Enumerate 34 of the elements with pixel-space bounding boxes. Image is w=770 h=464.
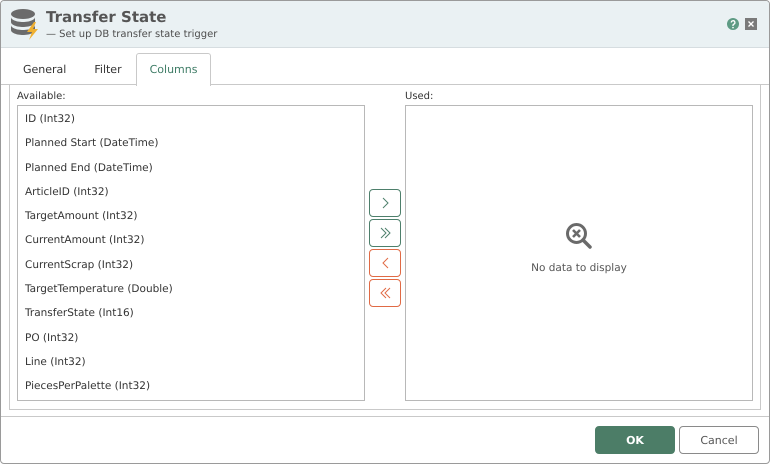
list-item[interactable]: ID (Int32)	[18, 107, 364, 132]
list-item[interactable]: TargetTemperature (Double)	[18, 277, 364, 302]
list-item[interactable]: CurrentScrap (Int32)	[18, 252, 364, 278]
empty-message: No data to display	[531, 262, 627, 274]
move-button[interactable]	[369, 279, 401, 307]
cancel-button[interactable]: Cancel	[679, 426, 759, 454]
tab[interactable]: Columns	[136, 53, 212, 86]
list-item[interactable]: Line (Int32)	[18, 350, 364, 374]
list-item[interactable]: TargetAmount (Int32)	[18, 204, 364, 228]
list-item[interactable]: Planned Start (DateTime)	[18, 131, 364, 156]
double-chevron-left-icon	[380, 287, 390, 299]
tab[interactable]: General	[9, 53, 80, 84]
window-title: Transfer State	[46, 8, 168, 26]
chevron-right-icon	[382, 197, 388, 209]
list-item[interactable]: Planned End (DateTime)	[18, 156, 364, 180]
list-item[interactable]: TransferState (Int16)	[18, 301, 364, 326]
list-item[interactable]: PO (Int32)	[18, 326, 364, 350]
double-chevron-right-icon	[380, 227, 390, 239]
window-subtitle: — Set up DB transfer state trigger	[46, 29, 218, 40]
database-icon	[10, 8, 40, 40]
list-item[interactable]: PiecesPerPalette (Int32)	[18, 374, 364, 399]
chevron-left-icon	[382, 257, 388, 269]
list-item[interactable]: CurrentAmount (Int32)	[18, 228, 364, 253]
no-results-icon	[565, 222, 593, 250]
move-button[interactable]	[369, 189, 401, 217]
ok-button[interactable]: OK	[595, 426, 675, 454]
help-icon[interactable]	[727, 18, 739, 30]
move-button[interactable]	[369, 249, 401, 277]
list-label: Used:	[405, 91, 434, 102]
move-button[interactable]	[369, 219, 401, 247]
list-label: Available:	[17, 91, 67, 102]
list-item[interactable]: ArticleID (Int32)	[18, 180, 364, 204]
close-icon[interactable]	[745, 18, 757, 30]
tab[interactable]: Filter	[80, 53, 136, 84]
